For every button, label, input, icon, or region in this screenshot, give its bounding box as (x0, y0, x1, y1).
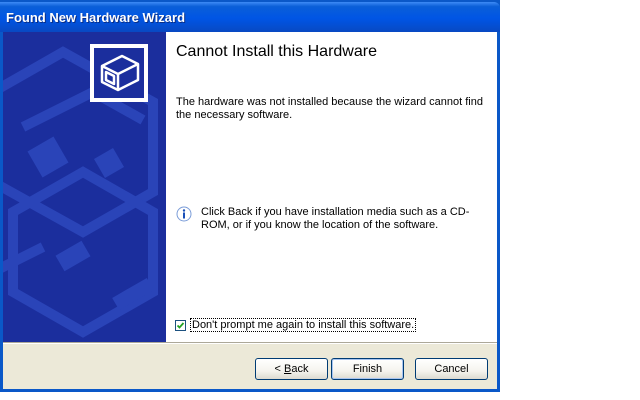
back-button[interactable]: < Back (255, 358, 328, 380)
dont-prompt-checkbox[interactable] (175, 319, 186, 331)
wizard-content: Cannot Install this Hardware The hardwar… (90, 32, 497, 342)
hardware-install-icon (90, 44, 148, 102)
check-icon (176, 321, 185, 329)
dialog-body: Cannot Install this Hardware The hardwar… (3, 32, 497, 389)
finish-label: Finish (352, 363, 383, 375)
page-title: Cannot Install this Hardware (176, 43, 377, 60)
button-separator (3, 342, 497, 344)
cancel-button[interactable]: Cancel (415, 358, 488, 380)
back-prefix: < (274, 363, 284, 375)
back-rest: ack (291, 363, 309, 375)
info-icon (176, 206, 192, 222)
title-bar[interactable]: Found New Hardware Wizard (0, 2, 500, 32)
dont-prompt-option[interactable]: Don't prompt me again to install this so… (175, 318, 417, 332)
cancel-label: Cancel (434, 363, 469, 375)
info-text: Click Back if you have installation medi… (201, 206, 470, 231)
finish-button[interactable]: Finish (331, 358, 404, 380)
page-description: The hardware was not installed because t… (176, 96, 483, 121)
wizard-window: Found New Hardware Wizard Cannot Install… (0, 0, 500, 392)
window-title: Found New Hardware Wizard (6, 10, 186, 25)
back-mnemonic: B (284, 363, 292, 375)
dont-prompt-label[interactable]: Don't prompt me again to install this so… (190, 318, 417, 332)
